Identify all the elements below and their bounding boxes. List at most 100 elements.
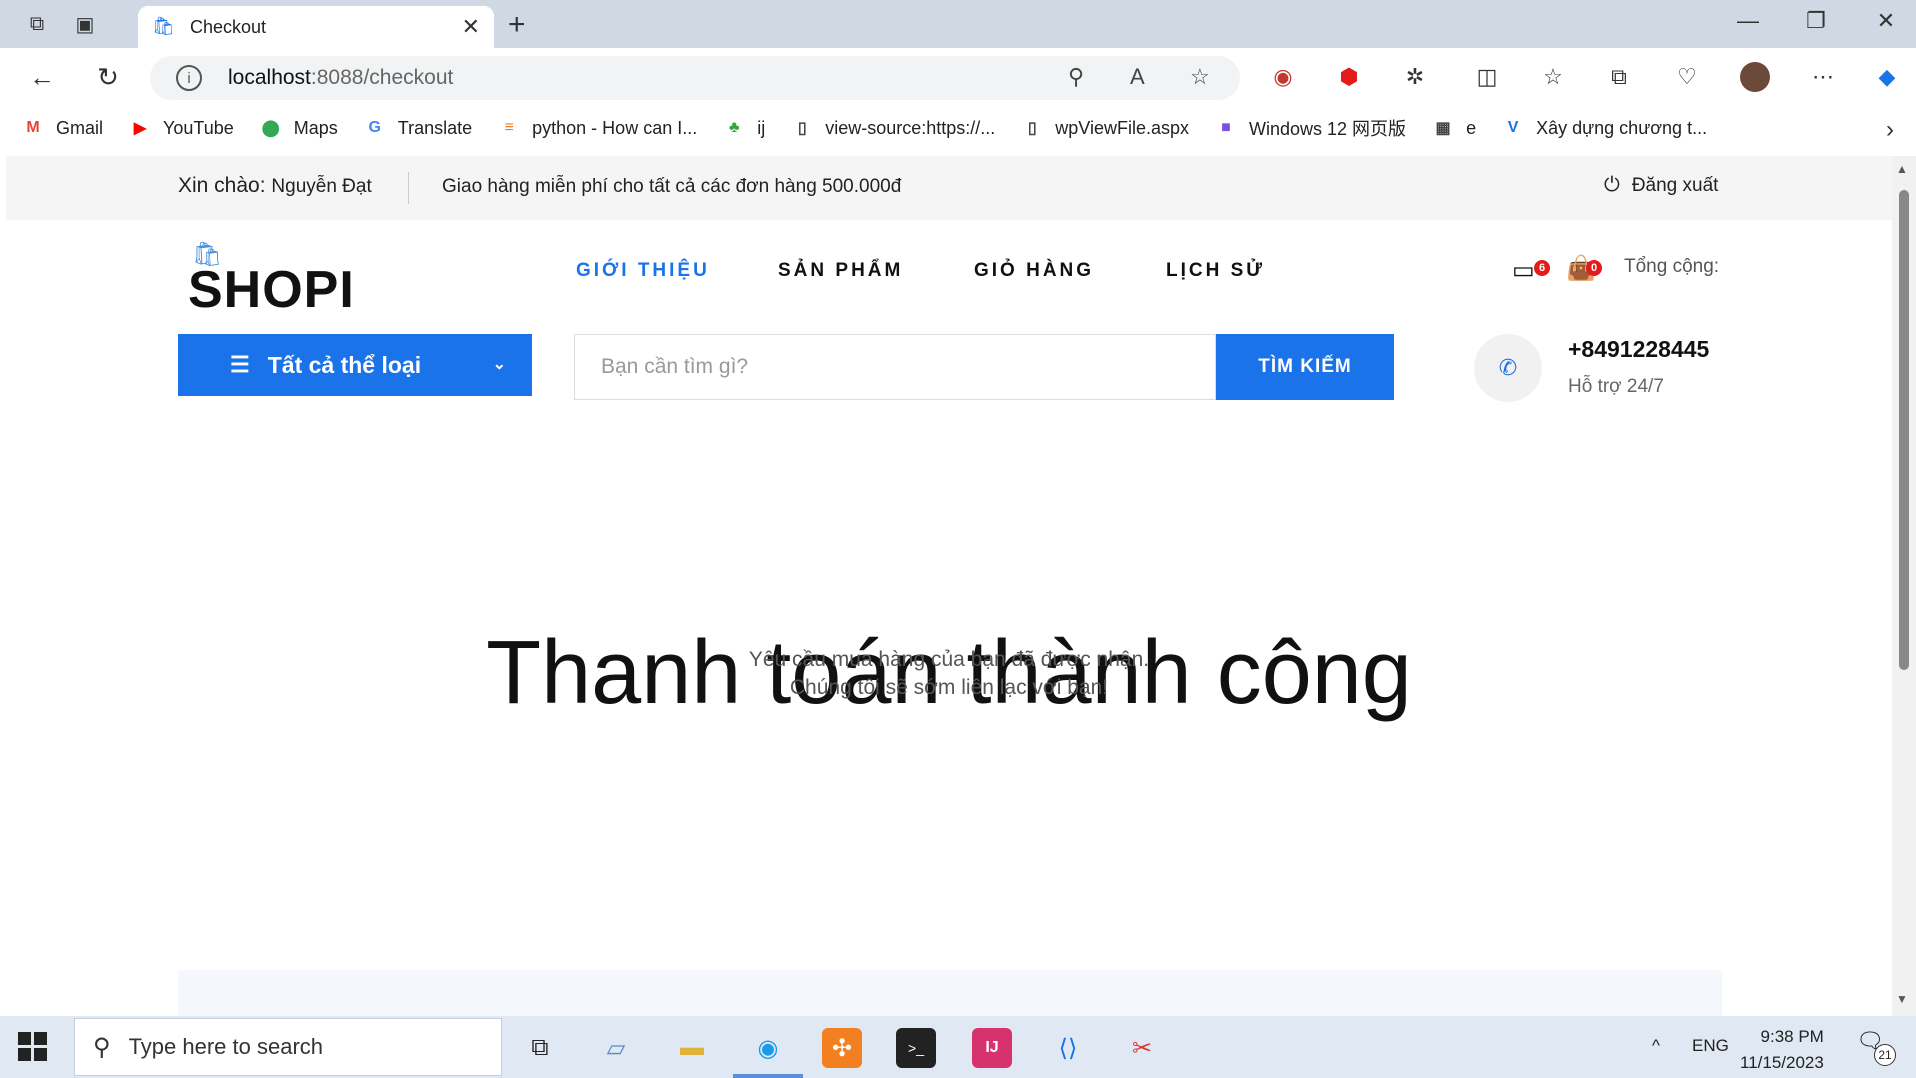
- notepad-icon[interactable]: ▱: [596, 1028, 636, 1068]
- bookmark-label: ij: [757, 117, 766, 138]
- task-view-icon[interactable]: ⧉: [520, 1028, 560, 1068]
- bookmark-item[interactable]: ▦ e: [1432, 117, 1477, 139]
- vscode-icon[interactable]: ⟨⟩: [1048, 1028, 1088, 1068]
- cart-badge: 0: [1586, 260, 1602, 276]
- phone-icon: ✆: [1474, 334, 1542, 402]
- date: 11/15/2023: [1740, 1053, 1824, 1072]
- favorites-icon[interactable]: ☆: [1538, 62, 1568, 92]
- bookmark-item[interactable]: ▯ view-source:https://...: [791, 117, 995, 139]
- page-scrollbar[interactable]: ▲ ▼: [1892, 156, 1916, 1016]
- terminal-icon[interactable]: >_: [896, 1028, 936, 1068]
- search-box: [574, 334, 1216, 400]
- workspaces-icon[interactable]: ⧉: [22, 10, 52, 38]
- close-window-icon[interactable]: ✕: [1866, 8, 1906, 34]
- nav-gioi-thieu[interactable]: GIỚI THIỆU: [576, 260, 710, 282]
- maps-icon: ⬤: [261, 120, 280, 137]
- credit-card-icon[interactable]: ▭: [1512, 256, 1535, 285]
- search-icon: ⚲: [93, 1033, 111, 1061]
- divider: [408, 172, 409, 204]
- opera-extension-icon[interactable]: ◉: [1268, 62, 1298, 92]
- bookmark-label: Translate: [397, 117, 473, 138]
- collections-icon[interactable]: ⧉: [1604, 62, 1634, 92]
- tab-title: Checkout: [190, 16, 267, 37]
- zoom-icon[interactable]: ⚲: [1068, 64, 1084, 90]
- bookmarks-bar: M Gmail ▶ YouTube ⬤ Maps G Translate ≡ python - H…: [0, 108, 1916, 148]
- split-screen-icon[interactable]: ◫: [1472, 62, 1502, 92]
- xampp-icon[interactable]: ✣: [822, 1028, 862, 1068]
- extensions-icon[interactable]: ✲: [1400, 62, 1430, 92]
- bookmark-label: e: [1466, 117, 1477, 138]
- back-icon[interactable]: ←: [24, 60, 60, 94]
- category-dropdown[interactable]: ☰ Tất cả thể loại ⌄: [178, 334, 532, 396]
- bookmark-item[interactable]: ▶ YouTube: [129, 117, 234, 139]
- leaf-icon: ♣: [728, 119, 740, 136]
- nav-san-pham[interactable]: SẢN PHẨM: [778, 260, 903, 282]
- logout-label: Đăng xuất: [1631, 174, 1719, 196]
- bookmark-label: python - How can I...: [532, 117, 698, 138]
- user-name: Nguyễn Đạt: [271, 176, 372, 197]
- bookmark-item[interactable]: V Xây dựng chương t...: [1502, 117, 1707, 139]
- scroll-thumb[interactable]: [1899, 190, 1909, 670]
- gmail-icon: M: [26, 119, 40, 136]
- bookmark-item[interactable]: M Gmail: [22, 117, 103, 139]
- close-tab-icon[interactable]: ✕: [462, 14, 480, 40]
- vertical-tabs-icon[interactable]: ▣: [70, 10, 100, 38]
- nav-gio-hang[interactable]: GIỎ HÀNG: [974, 260, 1094, 282]
- notification-icon[interactable]: 🗨 21: [1856, 1028, 1896, 1066]
- scroll-down-icon[interactable]: ▼: [1896, 992, 1908, 1006]
- bookmark-item[interactable]: G Translate: [364, 117, 473, 139]
- scroll-up-icon[interactable]: ▲: [1896, 162, 1908, 176]
- copilot-icon[interactable]: ◆: [1872, 62, 1902, 92]
- site-info-icon[interactable]: i: [176, 65, 202, 91]
- shopping-bag-icon: 🛍: [152, 16, 175, 36]
- bookmark-item[interactable]: ≡ python - How can I...: [498, 117, 697, 139]
- address-bar[interactable]: i localhost:8088/checkout ⚲ A ☆: [150, 56, 1240, 100]
- bookmark-item[interactable]: ▯ wpViewFile.aspx: [1021, 117, 1189, 139]
- edge-icon[interactable]: ◉: [748, 1028, 788, 1068]
- notification-count: 21: [1874, 1044, 1896, 1066]
- tab-checkout[interactable]: 🛍 Checkout ✕: [138, 6, 494, 48]
- read-aloud-icon[interactable]: A: [1130, 64, 1145, 90]
- search-button[interactable]: TÌM KIẾM: [1216, 334, 1394, 400]
- calendar-icon: ▦: [1435, 120, 1451, 137]
- chevron-up-icon[interactable]: ^: [1652, 1036, 1660, 1056]
- snipping-tool-icon[interactable]: ✂: [1122, 1028, 1162, 1068]
- message-line-1: Yêu cầu mua hàng của bạn đã được nhận.: [748, 648, 1150, 671]
- bookmark-item[interactable]: ⬤ Maps: [260, 117, 338, 139]
- logo[interactable]: 🛍 SHOPI: [178, 240, 360, 319]
- bookmark-label: Windows 12 网页版: [1249, 119, 1407, 139]
- windows-start-icon[interactable]: [18, 1032, 48, 1062]
- refresh-icon[interactable]: ↻: [90, 60, 126, 94]
- minimize-icon[interactable]: —: [1728, 8, 1768, 34]
- profile-avatar[interactable]: [1740, 62, 1770, 92]
- taskbar-search[interactable]: ⚲ Type here to search: [74, 1018, 502, 1076]
- favorite-star-icon[interactable]: ☆: [1190, 64, 1210, 90]
- page-viewport: Xin chào: Nguyễn Đạt Giao hàng miễn phí …: [6, 156, 1892, 1016]
- search-input[interactable]: [601, 355, 1215, 379]
- menu-icon: ☰: [230, 352, 250, 377]
- nav-lich-su[interactable]: LỊCH SỬ: [1166, 260, 1265, 282]
- phone-number: +8491228445: [1568, 336, 1710, 362]
- adblock-extension-icon[interactable]: ⬢: [1334, 62, 1364, 92]
- more-options-icon[interactable]: ⋯: [1808, 62, 1838, 92]
- bookmark-label: Gmail: [56, 117, 104, 138]
- bookmark-label: Xây dựng chương t...: [1536, 117, 1708, 138]
- bookmark-item[interactable]: ■ Windows 12 网页版: [1215, 115, 1406, 141]
- taskbar: ⚲ Type here to search ⧉ ▱ ▬ ◉ ✣ >_ IJ ⟨⟩…: [0, 1016, 1916, 1078]
- bookmark-label: wpViewFile.aspx: [1055, 117, 1190, 138]
- logout-link[interactable]: ⏻ Đăng xuất: [1604, 174, 1718, 197]
- restore-icon[interactable]: ❐: [1796, 8, 1836, 34]
- file-explorer-icon[interactable]: ▬: [672, 1028, 712, 1068]
- language-indicator[interactable]: ENG: [1692, 1036, 1729, 1056]
- chevron-right-icon[interactable]: ›: [1886, 116, 1894, 144]
- clock[interactable]: 9:38 PM 11/15/2023: [1740, 1024, 1824, 1076]
- logo-text: SHOPI: [188, 261, 355, 319]
- new-tab-icon[interactable]: +: [508, 8, 526, 42]
- browser-essentials-icon[interactable]: ♡: [1672, 62, 1702, 92]
- intellij-icon[interactable]: IJ: [972, 1028, 1012, 1068]
- url-host: localhost: [228, 66, 311, 89]
- bookmark-item[interactable]: ♣ ij: [723, 117, 765, 139]
- url-path: :8088/checkout: [310, 66, 454, 89]
- greeting: Xin chào: Nguyễn Đạt: [178, 174, 372, 198]
- support-text: Hỗ trợ 24/7: [1568, 376, 1664, 397]
